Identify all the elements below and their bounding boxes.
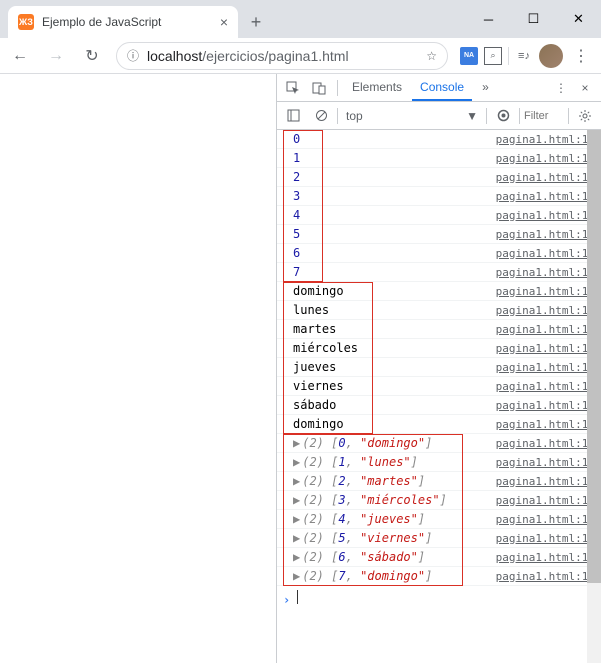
window-titlebar: ЖЗ Ejemplo de JavaScript × + ─ ☐ ✕ bbox=[0, 0, 601, 38]
address-bar[interactable]: ⓘ localhost/ejercicios/pagina1.html ☆ bbox=[116, 42, 448, 70]
console-line[interactable]: 1pagina1.html:13 bbox=[277, 149, 601, 168]
source-link[interactable]: pagina1.html:17 bbox=[496, 456, 595, 469]
source-link[interactable]: pagina1.html:17 bbox=[496, 475, 595, 488]
source-link[interactable]: pagina1.html:15 bbox=[496, 304, 595, 317]
back-button[interactable]: ← bbox=[8, 47, 32, 65]
console-toolbar: top▼ bbox=[277, 102, 601, 130]
console-line[interactable]: 2pagina1.html:13 bbox=[277, 168, 601, 187]
minimize-button[interactable]: ─ bbox=[466, 4, 511, 34]
console-line[interactable]: 3pagina1.html:13 bbox=[277, 187, 601, 206]
source-link[interactable]: pagina1.html:17 bbox=[496, 494, 595, 507]
profile-avatar[interactable] bbox=[539, 44, 563, 68]
source-link[interactable]: pagina1.html:13 bbox=[496, 247, 595, 260]
xampp-favicon: ЖЗ bbox=[18, 14, 34, 30]
extension-icon-1[interactable]: NA bbox=[460, 47, 478, 65]
tab-console[interactable]: Console bbox=[412, 74, 472, 101]
console-line[interactable]: martespagina1.html:15 bbox=[277, 320, 601, 339]
source-link[interactable]: pagina1.html:17 bbox=[496, 532, 595, 545]
console-line[interactable]: ▶(2) [4, "jueves"]pagina1.html:17 bbox=[277, 510, 601, 529]
console-line[interactable]: ▶(2) [1, "lunes"]pagina1.html:17 bbox=[277, 453, 601, 472]
source-link[interactable]: pagina1.html:15 bbox=[496, 285, 595, 298]
console-line[interactable]: juevespagina1.html:15 bbox=[277, 358, 601, 377]
source-link[interactable]: pagina1.html:15 bbox=[496, 418, 595, 431]
source-link[interactable]: pagina1.html:15 bbox=[496, 380, 595, 393]
console-output[interactable]: 0pagina1.html:131pagina1.html:132pagina1… bbox=[277, 130, 601, 663]
console-line[interactable]: sábadopagina1.html:15 bbox=[277, 396, 601, 415]
console-line[interactable]: ▶(2) [7, "domingo"]pagina1.html:17 bbox=[277, 567, 601, 586]
filter-input[interactable] bbox=[524, 110, 564, 122]
devtools-menu-icon[interactable]: ⋮ bbox=[549, 76, 573, 100]
devtools-panel: Elements Console » ⋮ × top▼ bbox=[276, 74, 601, 663]
inspect-element-icon[interactable] bbox=[281, 76, 305, 100]
console-line[interactable]: domingopagina1.html:15 bbox=[277, 415, 601, 434]
source-link[interactable]: pagina1.html:17 bbox=[496, 437, 595, 450]
source-link[interactable]: pagina1.html:13 bbox=[496, 171, 595, 184]
source-link[interactable]: pagina1.html:15 bbox=[496, 342, 595, 355]
console-line[interactable]: 7pagina1.html:13 bbox=[277, 263, 601, 282]
reload-button[interactable]: ↻ bbox=[80, 46, 104, 66]
devtools-tabs: Elements Console » ⋮ × bbox=[277, 74, 601, 102]
info-icon[interactable]: ⓘ bbox=[127, 47, 139, 64]
source-link[interactable]: pagina1.html:13 bbox=[496, 266, 595, 279]
browser-toolbar: ← → ↻ ⓘ localhost/ejercicios/pagina1.htm… bbox=[0, 38, 601, 74]
source-link[interactable]: pagina1.html:13 bbox=[496, 190, 595, 203]
console-line[interactable]: 6pagina1.html:13 bbox=[277, 244, 601, 263]
source-link[interactable]: pagina1.html:13 bbox=[496, 209, 595, 222]
console-line[interactable]: 4pagina1.html:13 bbox=[277, 206, 601, 225]
playlist-icon[interactable]: ≡♪ bbox=[515, 47, 533, 65]
maximize-button[interactable]: ☐ bbox=[511, 4, 556, 34]
tab-title: Ejemplo de JavaScript bbox=[42, 15, 161, 29]
tab-elements[interactable]: Elements bbox=[344, 74, 410, 101]
console-line[interactable]: lunespagina1.html:15 bbox=[277, 301, 601, 320]
console-line[interactable]: ▶(2) [2, "martes"]pagina1.html:17 bbox=[277, 472, 601, 491]
live-expression-icon[interactable] bbox=[491, 104, 515, 128]
close-tab-icon[interactable]: × bbox=[220, 14, 228, 30]
console-line[interactable]: 0pagina1.html:13 bbox=[277, 130, 601, 149]
url-text: localhost/ejercicios/pagina1.html bbox=[147, 48, 349, 64]
console-line[interactable]: domingopagina1.html:15 bbox=[277, 282, 601, 301]
browser-tab[interactable]: ЖЗ Ejemplo de JavaScript × bbox=[8, 6, 238, 38]
source-link[interactable]: pagina1.html:17 bbox=[496, 551, 595, 564]
extension-icon-2[interactable]: ⌕ bbox=[484, 47, 502, 65]
console-line[interactable]: ▶(2) [6, "sábado"]pagina1.html:17 bbox=[277, 548, 601, 567]
devtools-close-icon[interactable]: × bbox=[573, 76, 597, 100]
console-line[interactable]: ▶(2) [5, "viernes"]pagina1.html:17 bbox=[277, 529, 601, 548]
device-toolbar-icon[interactable] bbox=[307, 76, 331, 100]
console-settings-icon[interactable] bbox=[573, 104, 597, 128]
source-link[interactable]: pagina1.html:17 bbox=[496, 513, 595, 526]
source-link[interactable]: pagina1.html:15 bbox=[496, 399, 595, 412]
tab-more[interactable]: » bbox=[474, 74, 497, 101]
context-selector[interactable]: top▼ bbox=[342, 106, 482, 126]
forward-button[interactable]: → bbox=[44, 47, 68, 65]
console-sidebar-icon[interactable] bbox=[281, 104, 305, 128]
console-line[interactable]: viernespagina1.html:15 bbox=[277, 377, 601, 396]
console-line[interactable]: 5pagina1.html:13 bbox=[277, 225, 601, 244]
new-tab-button[interactable]: + bbox=[242, 8, 270, 36]
console-line[interactable]: ▶(2) [0, "domingo"]pagina1.html:17 bbox=[277, 434, 601, 453]
console-line[interactable]: miércolespagina1.html:15 bbox=[277, 339, 601, 358]
source-link[interactable]: pagina1.html:15 bbox=[496, 323, 595, 336]
source-link[interactable]: pagina1.html:15 bbox=[496, 361, 595, 374]
menu-icon[interactable]: ⋮ bbox=[569, 46, 593, 66]
star-icon[interactable]: ☆ bbox=[426, 49, 437, 63]
clear-console-icon[interactable] bbox=[309, 104, 333, 128]
console-prompt[interactable] bbox=[277, 586, 601, 611]
source-link[interactable]: pagina1.html:17 bbox=[496, 570, 595, 583]
source-link[interactable]: pagina1.html:13 bbox=[496, 152, 595, 165]
page-content bbox=[0, 74, 276, 663]
console-line[interactable]: ▶(2) [3, "miércoles"]pagina1.html:17 bbox=[277, 491, 601, 510]
source-link[interactable]: pagina1.html:13 bbox=[496, 228, 595, 241]
source-link[interactable]: pagina1.html:13 bbox=[496, 133, 595, 146]
close-window-button[interactable]: ✕ bbox=[556, 4, 601, 34]
scrollbar[interactable] bbox=[587, 130, 601, 663]
